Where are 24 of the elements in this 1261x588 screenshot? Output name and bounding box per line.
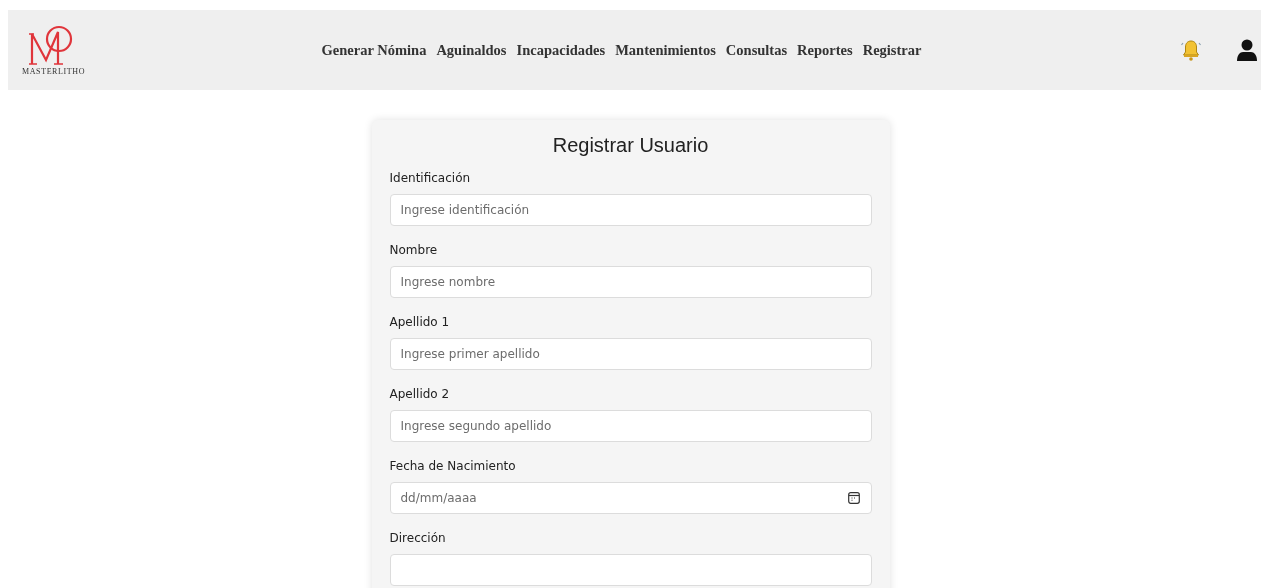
field-label: Dirección <box>389 531 447 545</box>
calendar-icon[interactable] <box>847 492 860 504</box>
bell-icon[interactable] <box>1181 39 1201 61</box>
nav-link[interactable]: Consultas <box>725 41 788 59</box>
logo-text: MASTERLITHO <box>22 67 86 76</box>
input-field[interactable] <box>389 554 872 586</box>
nav-link[interactable]: Aguinaldos <box>436 41 507 59</box>
field-label: Nombre <box>389 243 439 257</box>
nav-link[interactable]: Incapacidades <box>516 41 606 59</box>
nav-link[interactable]: Registrar <box>862 41 922 59</box>
field-label: Fecha de Nacimiento <box>389 459 517 473</box>
nav-link[interactable]: Mantenimientos <box>615 41 716 59</box>
input-field[interactable]: Ingrese identificación <box>389 194 872 226</box>
field-label: Apellido 1 <box>389 315 451 329</box>
user-icon[interactable] <box>1237 39 1257 61</box>
input-field[interactable]: Ingrese nombre <box>389 266 872 298</box>
input-field[interactable]: Ingrese primer apellido <box>389 338 872 370</box>
nav-link[interactable]: Generar Nómina <box>321 41 427 59</box>
nav-link[interactable]: Reportes <box>797 41 853 59</box>
date-field[interactable]: dd/mm/aaaa <box>389 482 872 514</box>
field-label: Identificación <box>389 171 472 185</box>
form-title: Registrar Usuario <box>551 134 710 157</box>
field-label: Apellido 2 <box>389 387 451 401</box>
input-field[interactable]: Ingrese segundo apellido <box>389 410 872 442</box>
